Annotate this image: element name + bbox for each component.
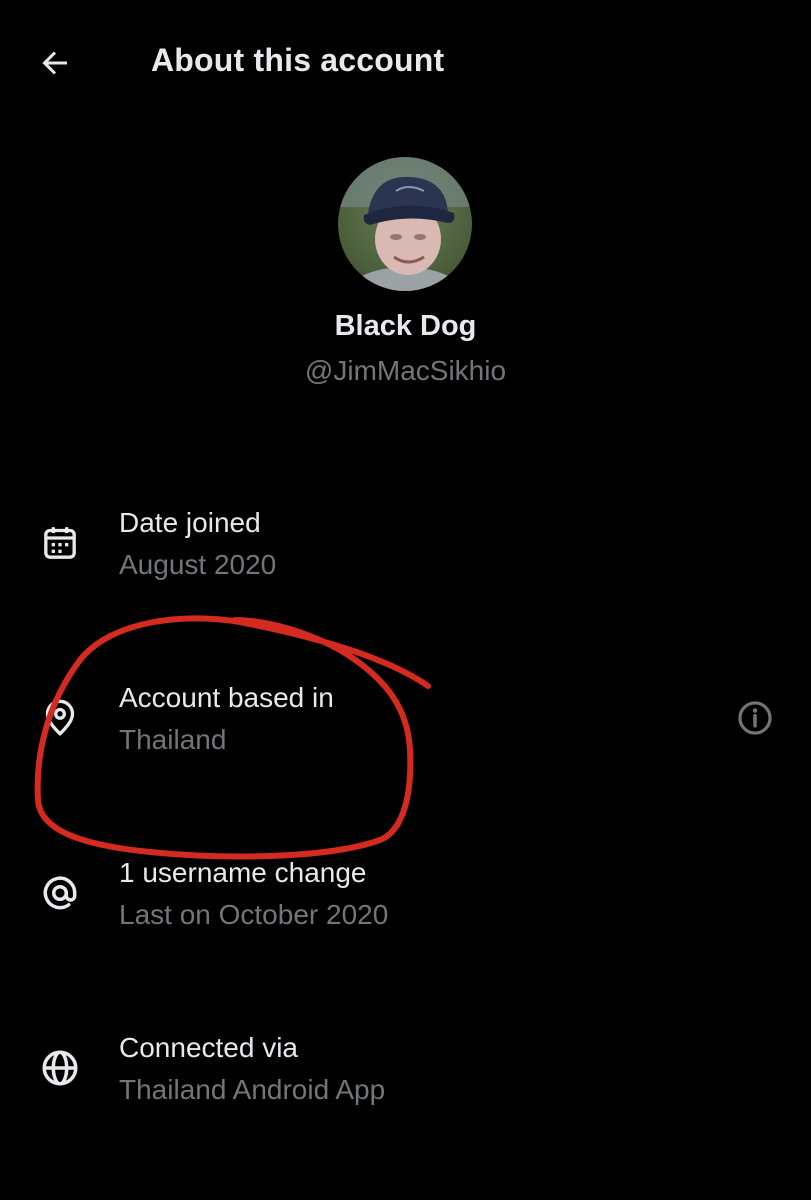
account-based-in-label: Account based in [119, 682, 334, 713]
app-header: About this account [0, 0, 811, 125]
info-button[interactable] [733, 696, 777, 740]
page-title: About this account [151, 42, 445, 78]
display-name: Black Dog [334, 310, 477, 342]
calendar-icon [36, 519, 84, 567]
info-icon [738, 701, 772, 735]
location-pin-icon [36, 694, 84, 742]
account-based-in-value: Thailand [119, 724, 227, 755]
avatar[interactable] [338, 157, 472, 291]
detail-row-username-change: 1 username change Last on October 2020 [0, 855, 811, 955]
username-change-value: Last on October 2020 [119, 899, 389, 930]
detail-row-account-based-in: Account based in Thailand [0, 680, 811, 780]
connected-via-value: Thailand Android App [119, 1074, 386, 1105]
date-joined-value: August 2020 [119, 549, 277, 580]
at-sign-icon [36, 869, 84, 917]
arrow-left-icon [42, 51, 67, 75]
detail-row-connected-via: Connected via Thailand Android App [0, 1030, 811, 1130]
username-change-label: 1 username change [119, 857, 367, 888]
globe-icon [36, 1044, 84, 1092]
connected-via-label: Connected via [119, 1032, 299, 1063]
detail-row-date-joined: Date joined August 2020 [0, 505, 811, 605]
back-button[interactable] [30, 40, 80, 86]
username-handle: @JimMacSikhio [304, 355, 507, 386]
date-joined-label: Date joined [119, 507, 261, 538]
